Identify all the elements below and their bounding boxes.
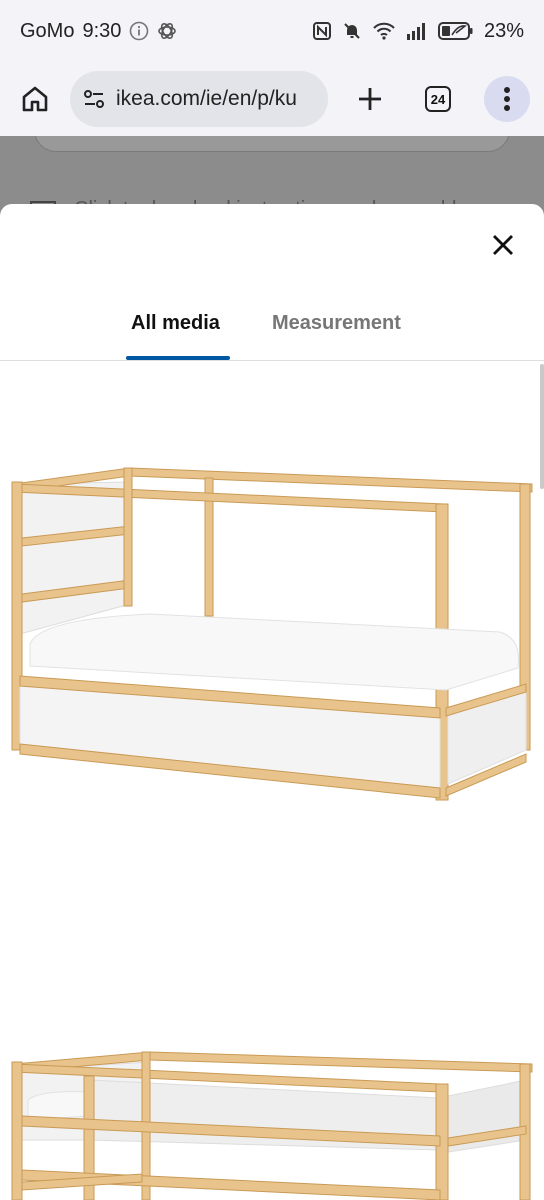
carrier-label: GoMo — [20, 19, 75, 42]
info-icon — [129, 21, 149, 41]
mute-icon — [342, 21, 362, 41]
media-sheet: All media Measurement — [0, 204, 544, 1200]
more-icon — [504, 87, 510, 111]
clock: 9:30 — [82, 19, 122, 42]
backdrop-card — [34, 136, 510, 152]
close-button[interactable] — [488, 230, 518, 260]
home-icon — [22, 86, 48, 112]
home-button[interactable] — [14, 78, 56, 120]
new-tab-button[interactable] — [350, 79, 390, 119]
tab-measurement[interactable]: Measurement — [272, 312, 401, 335]
signal-icon — [406, 22, 428, 40]
site-settings-icon[interactable] — [82, 87, 106, 111]
tab-all-media[interactable]: All media — [131, 312, 220, 335]
browser-toolbar: ikea.com/ie/en/p/ku 24 — [0, 62, 544, 136]
product-image-1[interactable] — [0, 454, 544, 814]
status-bar: GoMo 9:30 23% — [0, 0, 544, 62]
product-image-2[interactable] — [0, 1040, 544, 1200]
close-icon — [493, 235, 513, 255]
active-tab-indicator — [126, 356, 230, 360]
battery-icon — [437, 21, 474, 41]
address-bar[interactable]: ikea.com/ie/en/p/ku — [70, 71, 328, 127]
status-left: GoMo 9:30 — [20, 20, 177, 43]
url-text: ikea.com/ie/en/p/ku — [116, 87, 297, 110]
chatgpt-icon — [157, 21, 177, 41]
status-right: 23% — [312, 20, 524, 43]
nfc-icon — [312, 21, 332, 41]
media-tabs: All media Measurement — [0, 296, 544, 361]
tab-switcher-button[interactable]: 24 — [418, 79, 458, 119]
battery-percent: 23% — [483, 19, 524, 42]
tab-count: 24 — [430, 91, 446, 107]
more-menu-button[interactable] — [484, 76, 530, 122]
wifi-icon — [372, 21, 396, 41]
plus-icon — [359, 88, 381, 110]
tabs-icon: 24 — [425, 86, 451, 112]
